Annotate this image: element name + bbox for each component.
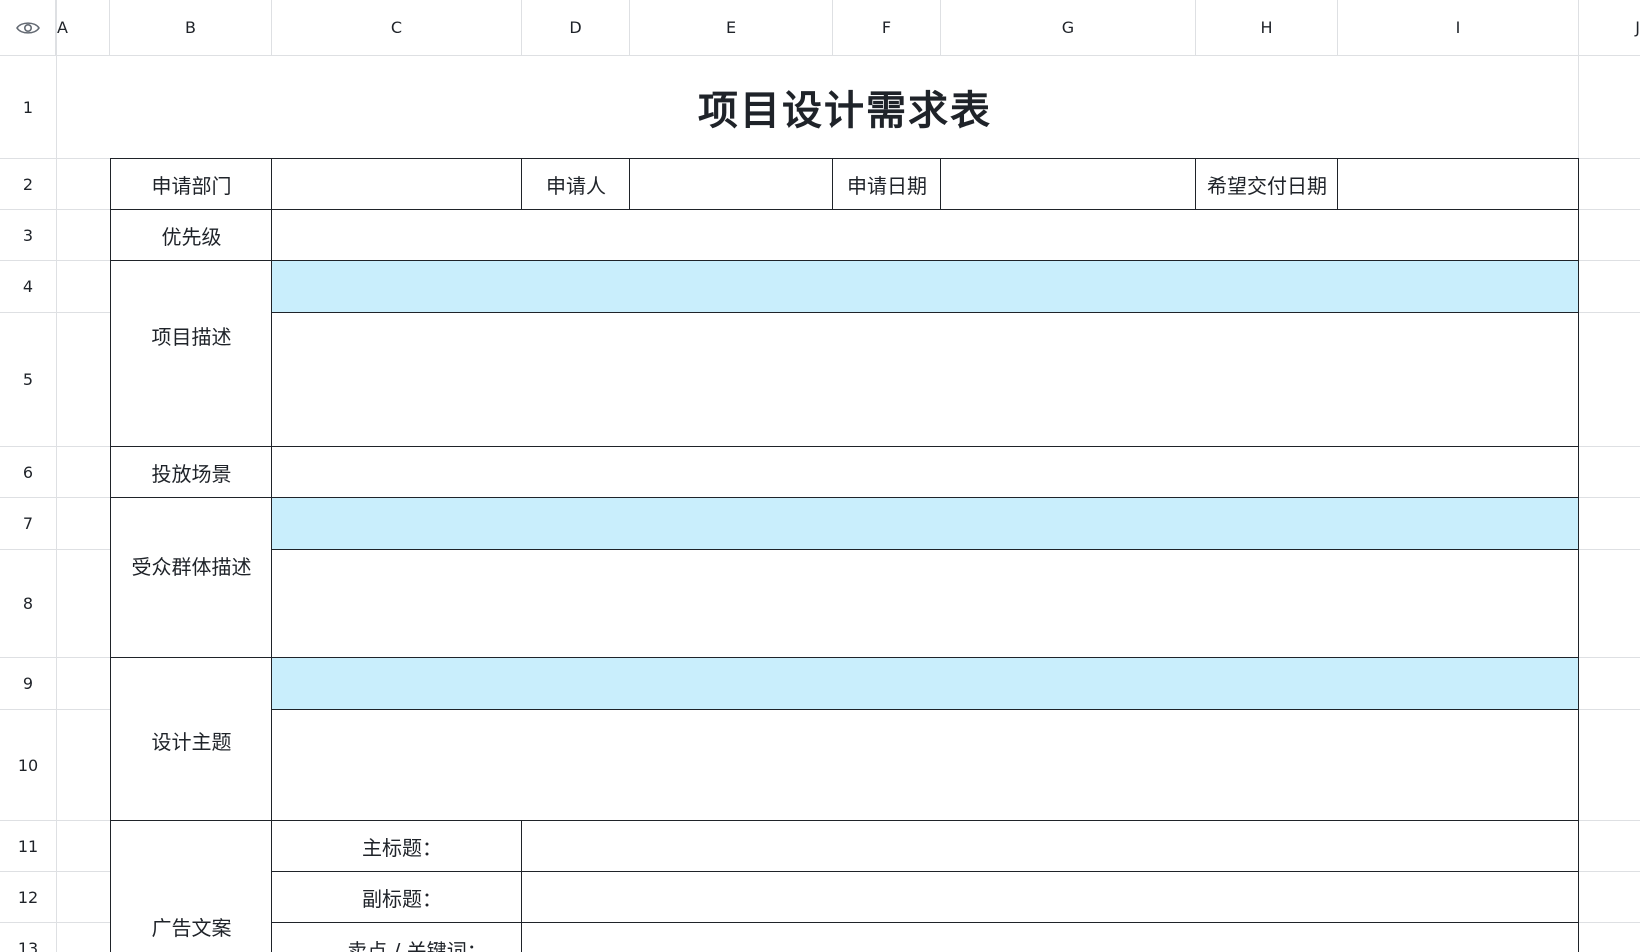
grid-line bbox=[1578, 549, 1640, 550]
form-title[interactable]: 项目设计需求表 bbox=[110, 56, 1580, 158]
ad-copy-label: 广告文案 bbox=[151, 916, 232, 940]
grid-line bbox=[1578, 709, 1640, 710]
priority-label-cell[interactable]: 优先级 bbox=[110, 209, 273, 262]
main-title-label-cell[interactable]: 主标题： bbox=[271, 820, 523, 873]
column-header-h[interactable]: H bbox=[1196, 0, 1337, 56]
column-header-b[interactable]: B bbox=[110, 0, 271, 56]
column-header-i[interactable]: I bbox=[1338, 0, 1578, 56]
project-desc-value-cell[interactable] bbox=[271, 312, 1579, 448]
selling-points-label-cell[interactable]: 卖点 / 关键词： bbox=[271, 922, 523, 952]
select-all-corner[interactable] bbox=[0, 0, 56, 56]
project-desc-highlight-cell[interactable] bbox=[271, 260, 1579, 314]
subtitle-value-cell[interactable] bbox=[521, 871, 1579, 924]
row-header-13[interactable]: 13 bbox=[0, 923, 56, 952]
column-header-g[interactable]: G bbox=[941, 0, 1195, 56]
selling-points-value-cell[interactable] bbox=[521, 922, 1579, 952]
grid-line bbox=[56, 0, 57, 952]
row-header-10[interactable]: 10 bbox=[0, 710, 56, 820]
eye-icon[interactable] bbox=[15, 20, 40, 36]
design-theme-label-cell[interactable]: 设计主题 bbox=[110, 657, 273, 822]
grid-line bbox=[1578, 871, 1640, 872]
column-header-a[interactable]: A bbox=[57, 0, 109, 56]
applicant-label-cell[interactable]: 申请人 bbox=[521, 158, 631, 211]
applicant-value-cell[interactable] bbox=[629, 158, 834, 211]
grid-line bbox=[1578, 209, 1640, 210]
column-header-d[interactable]: D bbox=[522, 0, 629, 56]
column-header-e[interactable]: E bbox=[630, 0, 832, 56]
audience-label-cell[interactable]: 受众群体描述 bbox=[110, 497, 273, 659]
row-header-5[interactable]: 5 bbox=[0, 313, 56, 446]
column-header-f[interactable]: F bbox=[833, 0, 940, 56]
audience-label: 受众群体描述 bbox=[131, 554, 252, 579]
row-header-2[interactable]: 2 bbox=[0, 159, 56, 209]
dept-label-cell[interactable]: 申请部门 bbox=[110, 158, 273, 211]
design-theme-value-cell[interactable] bbox=[271, 709, 1579, 822]
column-header-j[interactable]: J bbox=[1579, 0, 1640, 56]
audience-value-cell[interactable] bbox=[271, 549, 1579, 659]
delivery-date-value-cell[interactable] bbox=[1337, 158, 1579, 211]
grid-line bbox=[1578, 657, 1640, 658]
priority-value-cell[interactable] bbox=[271, 209, 1579, 262]
selling-points-label: 卖点 / 关键词： bbox=[347, 939, 487, 952]
grid-line bbox=[1578, 922, 1640, 923]
grid-line bbox=[1578, 820, 1640, 821]
row-header-1[interactable]: 1 bbox=[0, 56, 56, 158]
grid-line bbox=[1578, 497, 1640, 498]
apply-date-label-cell[interactable]: 申请日期 bbox=[832, 158, 942, 211]
main-title-value-cell[interactable] bbox=[521, 820, 1579, 873]
row-header-4[interactable]: 4 bbox=[0, 261, 56, 312]
design-theme-highlight-cell[interactable] bbox=[271, 657, 1579, 711]
subtitle-label-cell[interactable]: 副标题： bbox=[271, 871, 523, 924]
row-header-11[interactable]: 11 bbox=[0, 821, 56, 871]
row-header-8[interactable]: 8 bbox=[0, 550, 56, 657]
design-theme-label: 设计主题 bbox=[151, 730, 232, 754]
row-header-3[interactable]: 3 bbox=[0, 210, 56, 260]
row-header-9[interactable]: 9 bbox=[0, 658, 56, 709]
column-header-c[interactable]: C bbox=[272, 0, 521, 56]
dept-value-cell[interactable] bbox=[271, 158, 523, 211]
placement-value-cell[interactable] bbox=[271, 446, 1579, 499]
spreadsheet[interactable]: A B C D E F G H I J 1 2 3 4 5 6 7 8 9 10… bbox=[0, 0, 1640, 952]
grid-line bbox=[1578, 446, 1640, 447]
grid-line bbox=[1578, 260, 1640, 261]
project-desc-label: 项目描述 bbox=[151, 324, 232, 349]
grid-line bbox=[1578, 312, 1640, 313]
row-header-7[interactable]: 7 bbox=[0, 498, 56, 549]
placement-label-cell[interactable]: 投放场景 bbox=[110, 446, 273, 499]
ad-copy-label-cell[interactable]: 广告文案 bbox=[110, 820, 273, 952]
delivery-date-label-cell[interactable]: 希望交付日期 bbox=[1195, 158, 1339, 211]
apply-date-value-cell[interactable] bbox=[940, 158, 1197, 211]
audience-highlight-cell[interactable] bbox=[271, 497, 1579, 551]
row-header-12[interactable]: 12 bbox=[0, 872, 56, 922]
row-header-6[interactable]: 6 bbox=[0, 447, 56, 497]
project-desc-label-cell[interactable]: 项目描述 bbox=[110, 260, 273, 448]
